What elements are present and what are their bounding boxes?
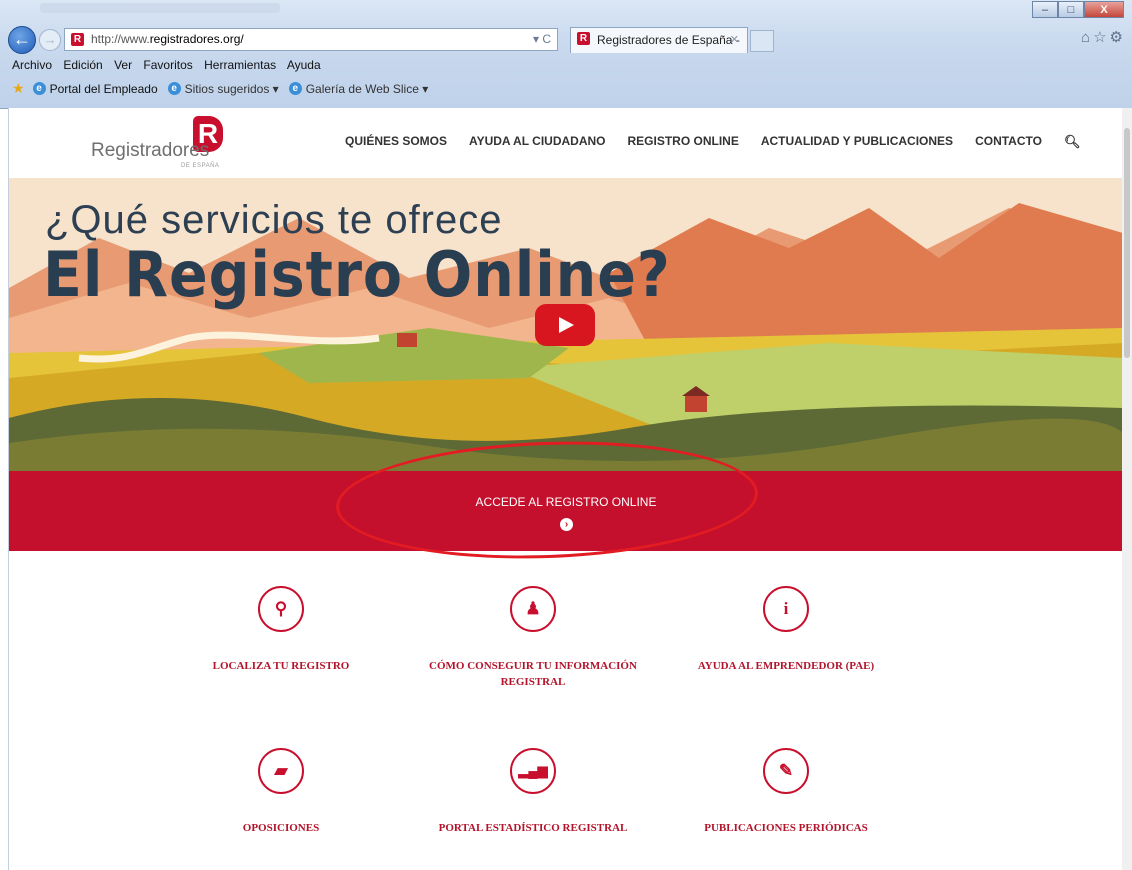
address-url[interactable]: http://www.registradores.org/ (91, 29, 244, 50)
menu-favoritos[interactable]: Favoritos (143, 58, 192, 72)
service-ayuda-emprendedor[interactable]: i AYUDA AL EMPRENDEDOR (PAE) (666, 586, 906, 674)
service-publicaciones[interactable]: ✎ PUBLICACIONES PERIÓDICAS (666, 748, 906, 836)
service-label: OPOSICIONES (242, 822, 320, 834)
address-bar[interactable]: R http://www.registradores.org/ ▾ C (64, 28, 558, 51)
menu-bar: Archivo Edición Ver Favoritos Herramient… (12, 58, 329, 72)
vertical-scrollbar[interactable] (1122, 108, 1132, 870)
service-portal-estadistico[interactable]: ▂▄▆ PORTAL ESTADÍSTICO REGISTRAL (413, 748, 653, 836)
toolbar-icons: ⌂☆⚙ (1081, 28, 1126, 46)
close-button[interactable]: X (1084, 1, 1124, 18)
nav-quienes-somos[interactable]: QUIÉNES SOMOS (345, 134, 447, 150)
main-nav: QUIÉNES SOMOS AYUDA AL CIUDADANO REGISTR… (345, 134, 1080, 150)
menu-herramientas[interactable]: Herramientas (204, 58, 276, 72)
edit-icon: ✎ (763, 748, 809, 794)
menu-ayuda[interactable]: Ayuda (287, 58, 321, 72)
fav-web-slice[interactable]: Galería de Web Slice ▾ (306, 82, 429, 96)
tab-close-icon[interactable]: ✕ (730, 28, 739, 53)
menu-archivo[interactable]: Archivo (12, 58, 52, 72)
menu-ver[interactable]: Ver (114, 58, 132, 72)
refresh-icon[interactable]: ▾ C (533, 29, 551, 50)
forward-button[interactable]: → (39, 29, 61, 51)
address-url-prefix: http://www. (91, 32, 150, 46)
nav-ayuda-ciudadano[interactable]: AYUDA AL CIUDADANO (469, 134, 605, 150)
ie-page-icon: e (167, 82, 181, 95)
logo-name: Registradores (91, 140, 210, 161)
hero-video[interactable]: ¿Qué servicios te ofrece El Registro Onl… (9, 178, 1123, 471)
gear-icon[interactable]: ⚙ (1110, 29, 1126, 46)
site-header: R Registradores DE ESPAÑA QUIÉNES SOMOS … (9, 108, 1123, 179)
back-button[interactable]: ← (8, 26, 36, 54)
service-label: PORTAL ESTADÍSTICO REGISTRAL (438, 822, 628, 834)
site-favicon-icon: R (71, 33, 84, 46)
favorites-star-icon[interactable]: ★ (12, 80, 25, 97)
window-title (40, 3, 280, 13)
fav-sitios-sugeridos[interactable]: Sitios sugeridos ▾ (185, 82, 279, 96)
service-label: LOCALIZA TU REGISTRO (212, 660, 350, 672)
service-oposiciones[interactable]: ▰ OPOSICIONES (161, 748, 401, 836)
logo-subtitle: DE ESPAÑA (181, 163, 220, 169)
search-icon[interactable]: 🔍︎ (1064, 134, 1081, 150)
browser-tab[interactable]: R Registradores de España - ✕ (570, 27, 748, 53)
home-icon[interactable]: ⌂ (1081, 29, 1093, 46)
new-tab-button[interactable] (750, 30, 774, 52)
scrollbar-thumb[interactable] (1124, 128, 1130, 358)
service-label: PUBLICACIONES PERIÓDICAS (704, 822, 868, 834)
service-label: AYUDA AL EMPRENDEDOR (PAE) (697, 660, 875, 672)
minimize-button[interactable]: – (1032, 1, 1058, 18)
bar-chart-icon: ▂▄▆ (510, 748, 556, 794)
menu-edicion[interactable]: Edición (63, 58, 102, 72)
favorites-star-icon[interactable]: ☆ (1093, 29, 1109, 46)
ie-page-icon: e (32, 82, 46, 95)
hero-question: ¿Qué servicios te ofrece (45, 198, 503, 242)
people-icon: ♟ (510, 586, 556, 632)
favorites-bar: ★ e Portal del Empleado e Sitios sugerid… (12, 80, 434, 97)
service-label: CÓMO CONSEGUIR TU INFORMACIÓN REGISTRAL (429, 660, 637, 688)
navigation-row: ← → R http://www.registradores.org/ ▾ C … (0, 24, 1132, 56)
nav-contacto[interactable]: CONTACTO (975, 134, 1042, 150)
service-localiza-registro[interactable]: ⚲ LOCALIZA TU REGISTRO (161, 586, 401, 674)
tab-title: Registradores de España - (597, 33, 740, 47)
tab-favicon-icon: R (577, 32, 590, 45)
browser-chrome: – □ X ← → R http://www.registradores.org… (0, 0, 1132, 109)
search-icon: ⚲ (258, 586, 304, 632)
window-controls: – □ X (1032, 1, 1124, 18)
maximize-button[interactable]: □ (1058, 1, 1084, 18)
book-icon: ▰ (258, 748, 304, 794)
ie-page-icon: e (288, 82, 302, 95)
service-informacion-registral[interactable]: ♟ CÓMO CONSEGUIR TU INFORMACIÓN REGISTRA… (413, 586, 653, 690)
play-video-button[interactable] (535, 304, 595, 346)
info-icon: i (763, 586, 809, 632)
fav-portal-empleado[interactable]: Portal del Empleado (50, 82, 158, 96)
hero-title: El Registro Online? (43, 238, 671, 311)
nav-actualidad[interactable]: ACTUALIDAD Y PUBLICACIONES (761, 134, 953, 150)
address-url-domain: registradores.org/ (149, 32, 244, 46)
nav-registro-online[interactable]: REGISTRO ONLINE (627, 134, 738, 150)
web-page: R Registradores DE ESPAÑA QUIÉNES SOMOS … (8, 108, 1123, 870)
site-logo[interactable]: R Registradores DE ESPAÑA (91, 116, 231, 174)
